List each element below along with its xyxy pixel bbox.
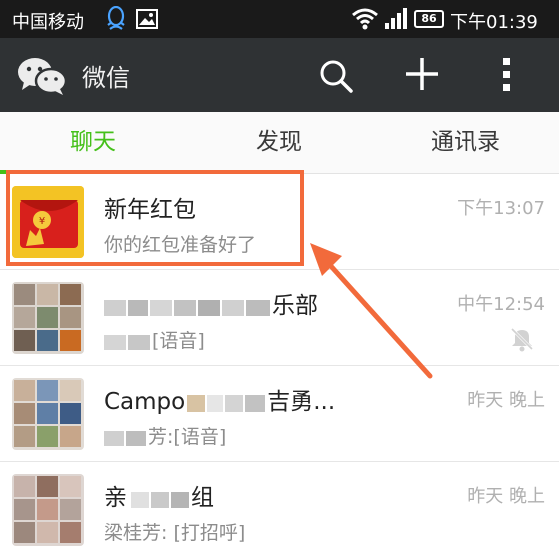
tab-contacts[interactable]: 通讯录 (372, 112, 559, 174)
tab-contacts-label: 通讯录 (431, 129, 500, 155)
tab-chats-label: 聊天 (70, 129, 116, 155)
battery-icon: 86 (414, 10, 444, 28)
chat-time: 下午13:07 (457, 198, 545, 219)
plus-icon[interactable] (404, 56, 440, 96)
chat-time: 昨天 晚上 (467, 390, 545, 411)
chat-name-suffix: 组 (191, 485, 214, 511)
chat-preview: 芳:[语音] (104, 422, 226, 449)
chat-item-club[interactable]: 乐部 [语音] 中午12:54 (0, 270, 559, 366)
blurred-text (131, 491, 189, 508)
chat-name: 乐部 (104, 286, 318, 320)
wechat-logo-icon (16, 56, 68, 100)
signal-icon (384, 8, 408, 34)
chat-name-prefix: Campo (104, 389, 186, 415)
chat-name: 亲 组 (104, 478, 214, 512)
more-icon[interactable] (500, 56, 514, 98)
chat-preview: [语音] (104, 326, 205, 353)
highlight-box (6, 170, 304, 266)
tab-chats[interactable]: 聊天 (0, 112, 186, 174)
carrier-label: 中国移动 (12, 12, 84, 33)
chat-preview: 梁桂芳: [打招呼] (104, 522, 246, 544)
app-bar: 微信 (0, 38, 559, 112)
chat-time: 中午12:54 (457, 294, 545, 315)
tab-discover-label: 发现 (256, 129, 302, 155)
chat-name: Campo 吉勇... (104, 382, 335, 416)
chat-preview-suffix: 芳:[语音] (148, 426, 227, 448)
search-icon[interactable] (318, 58, 354, 98)
app-title: 微信 (82, 64, 130, 92)
blurred-text (187, 394, 266, 412)
chat-name-prefix: 亲 (104, 485, 127, 511)
chat-item-family-group[interactable]: 亲 组 梁桂芳: [打招呼] 昨天 晚上 (0, 462, 559, 556)
chat-time: 昨天 晚上 (467, 486, 545, 507)
tab-discover[interactable]: 发现 (186, 112, 372, 174)
mute-icon (509, 326, 535, 356)
blurred-text (104, 334, 150, 350)
chat-preview-suffix: [语音] (152, 330, 205, 352)
group-avatar (12, 378, 84, 450)
qq-icon (104, 5, 128, 36)
group-avatar (12, 474, 84, 546)
blurred-text (104, 430, 146, 446)
chat-item-campo[interactable]: Campo 吉勇... 芳:[语音] 昨天 晚上 (0, 366, 559, 462)
group-avatar (12, 282, 84, 354)
image-icon (136, 9, 158, 33)
tab-bar: 聊天 发现 通讯录 (0, 112, 559, 174)
clock: 下午01:39 (450, 12, 538, 33)
chat-name-suffix: 乐部 (272, 293, 318, 319)
wifi-icon (352, 8, 378, 34)
blurred-text (104, 299, 270, 316)
chat-name-suffix: 吉勇... (267, 389, 336, 415)
status-bar: 中国移动 86 下午01:39 (0, 0, 559, 38)
